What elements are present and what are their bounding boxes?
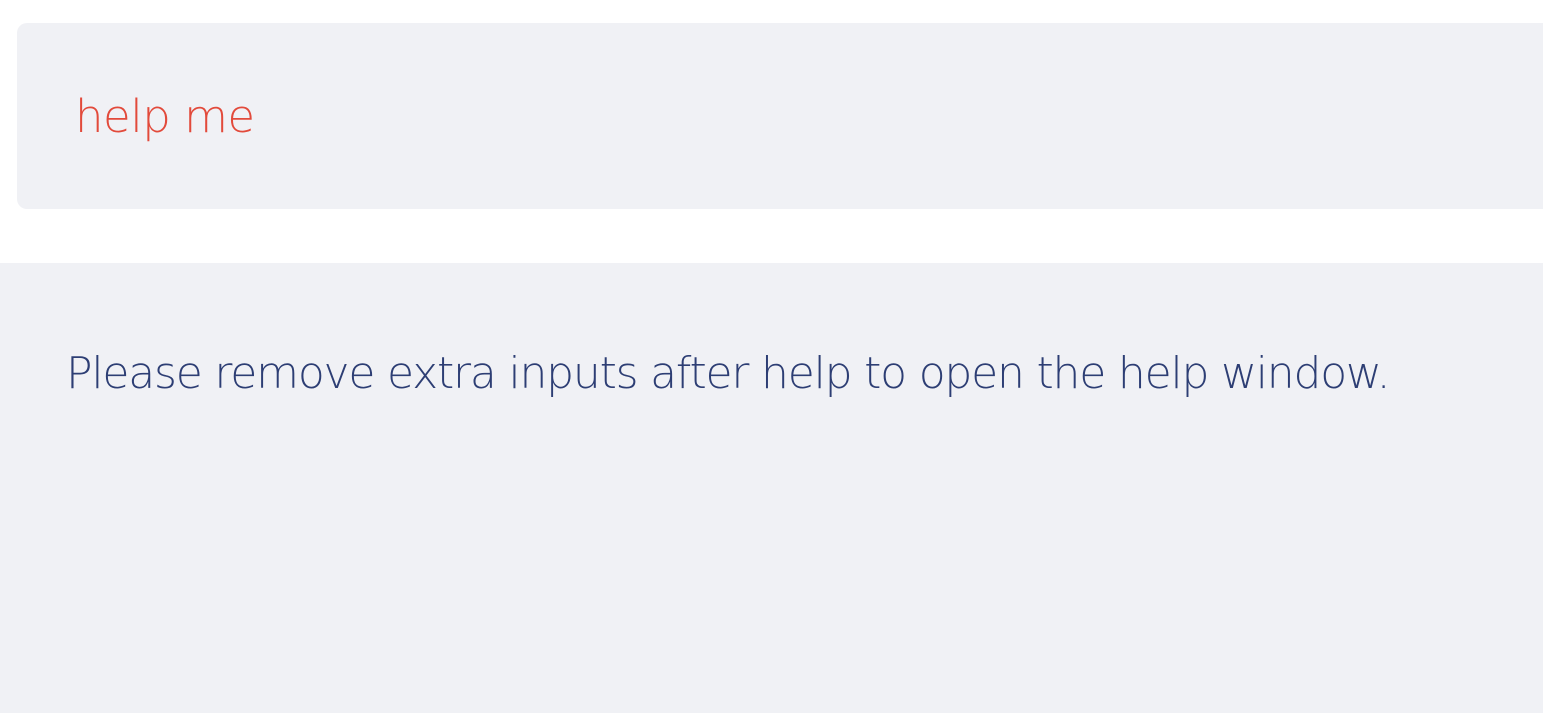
command-input-box[interactable]: help me [17, 23, 1543, 209]
result-panel: Please remove extra inputs after help to… [0, 263, 1543, 713]
command-text[interactable]: help me [75, 87, 255, 147]
page: help me Please remove extra inputs after… [0, 0, 1543, 713]
result-message: Please remove extra inputs after help to… [66, 348, 1391, 399]
